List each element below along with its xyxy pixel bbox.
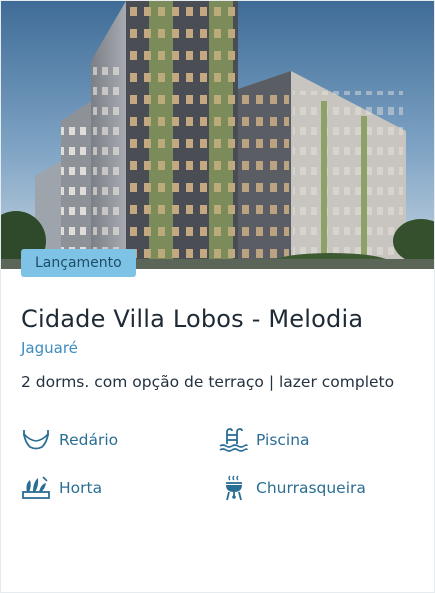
garden-icon bbox=[21, 475, 51, 501]
amenity-label: Redário bbox=[59, 431, 119, 449]
property-card[interactable]: Lançamento Cidade Villa Lobos - Melodia … bbox=[0, 0, 435, 593]
property-location[interactable]: Jaguaré bbox=[21, 339, 414, 357]
amenity-label: Horta bbox=[59, 479, 103, 497]
grill-icon bbox=[218, 475, 248, 501]
hammock-icon bbox=[21, 427, 51, 453]
amenities-list: Redário Piscina Horta Churrasqueira bbox=[21, 427, 415, 501]
amenity-grill: Churrasqueira bbox=[218, 475, 415, 501]
property-description: 2 dorms. com opção de terraço | lazer co… bbox=[21, 373, 395, 391]
launch-badge[interactable]: Lançamento bbox=[21, 249, 136, 277]
amenity-label: Piscina bbox=[256, 431, 310, 449]
property-title[interactable]: Cidade Villa Lobos - Melodia bbox=[21, 305, 414, 333]
property-photo[interactable] bbox=[1, 1, 434, 269]
card-content: Cidade Villa Lobos - Melodia Jaguaré 2 d… bbox=[1, 269, 434, 501]
pool-icon bbox=[218, 427, 248, 453]
amenity-hammock: Redário bbox=[21, 429, 218, 451]
building-illustration bbox=[1, 1, 434, 269]
amenity-label: Churrasqueira bbox=[256, 479, 366, 497]
amenity-garden: Horta bbox=[21, 475, 218, 501]
amenity-pool: Piscina bbox=[218, 427, 415, 453]
